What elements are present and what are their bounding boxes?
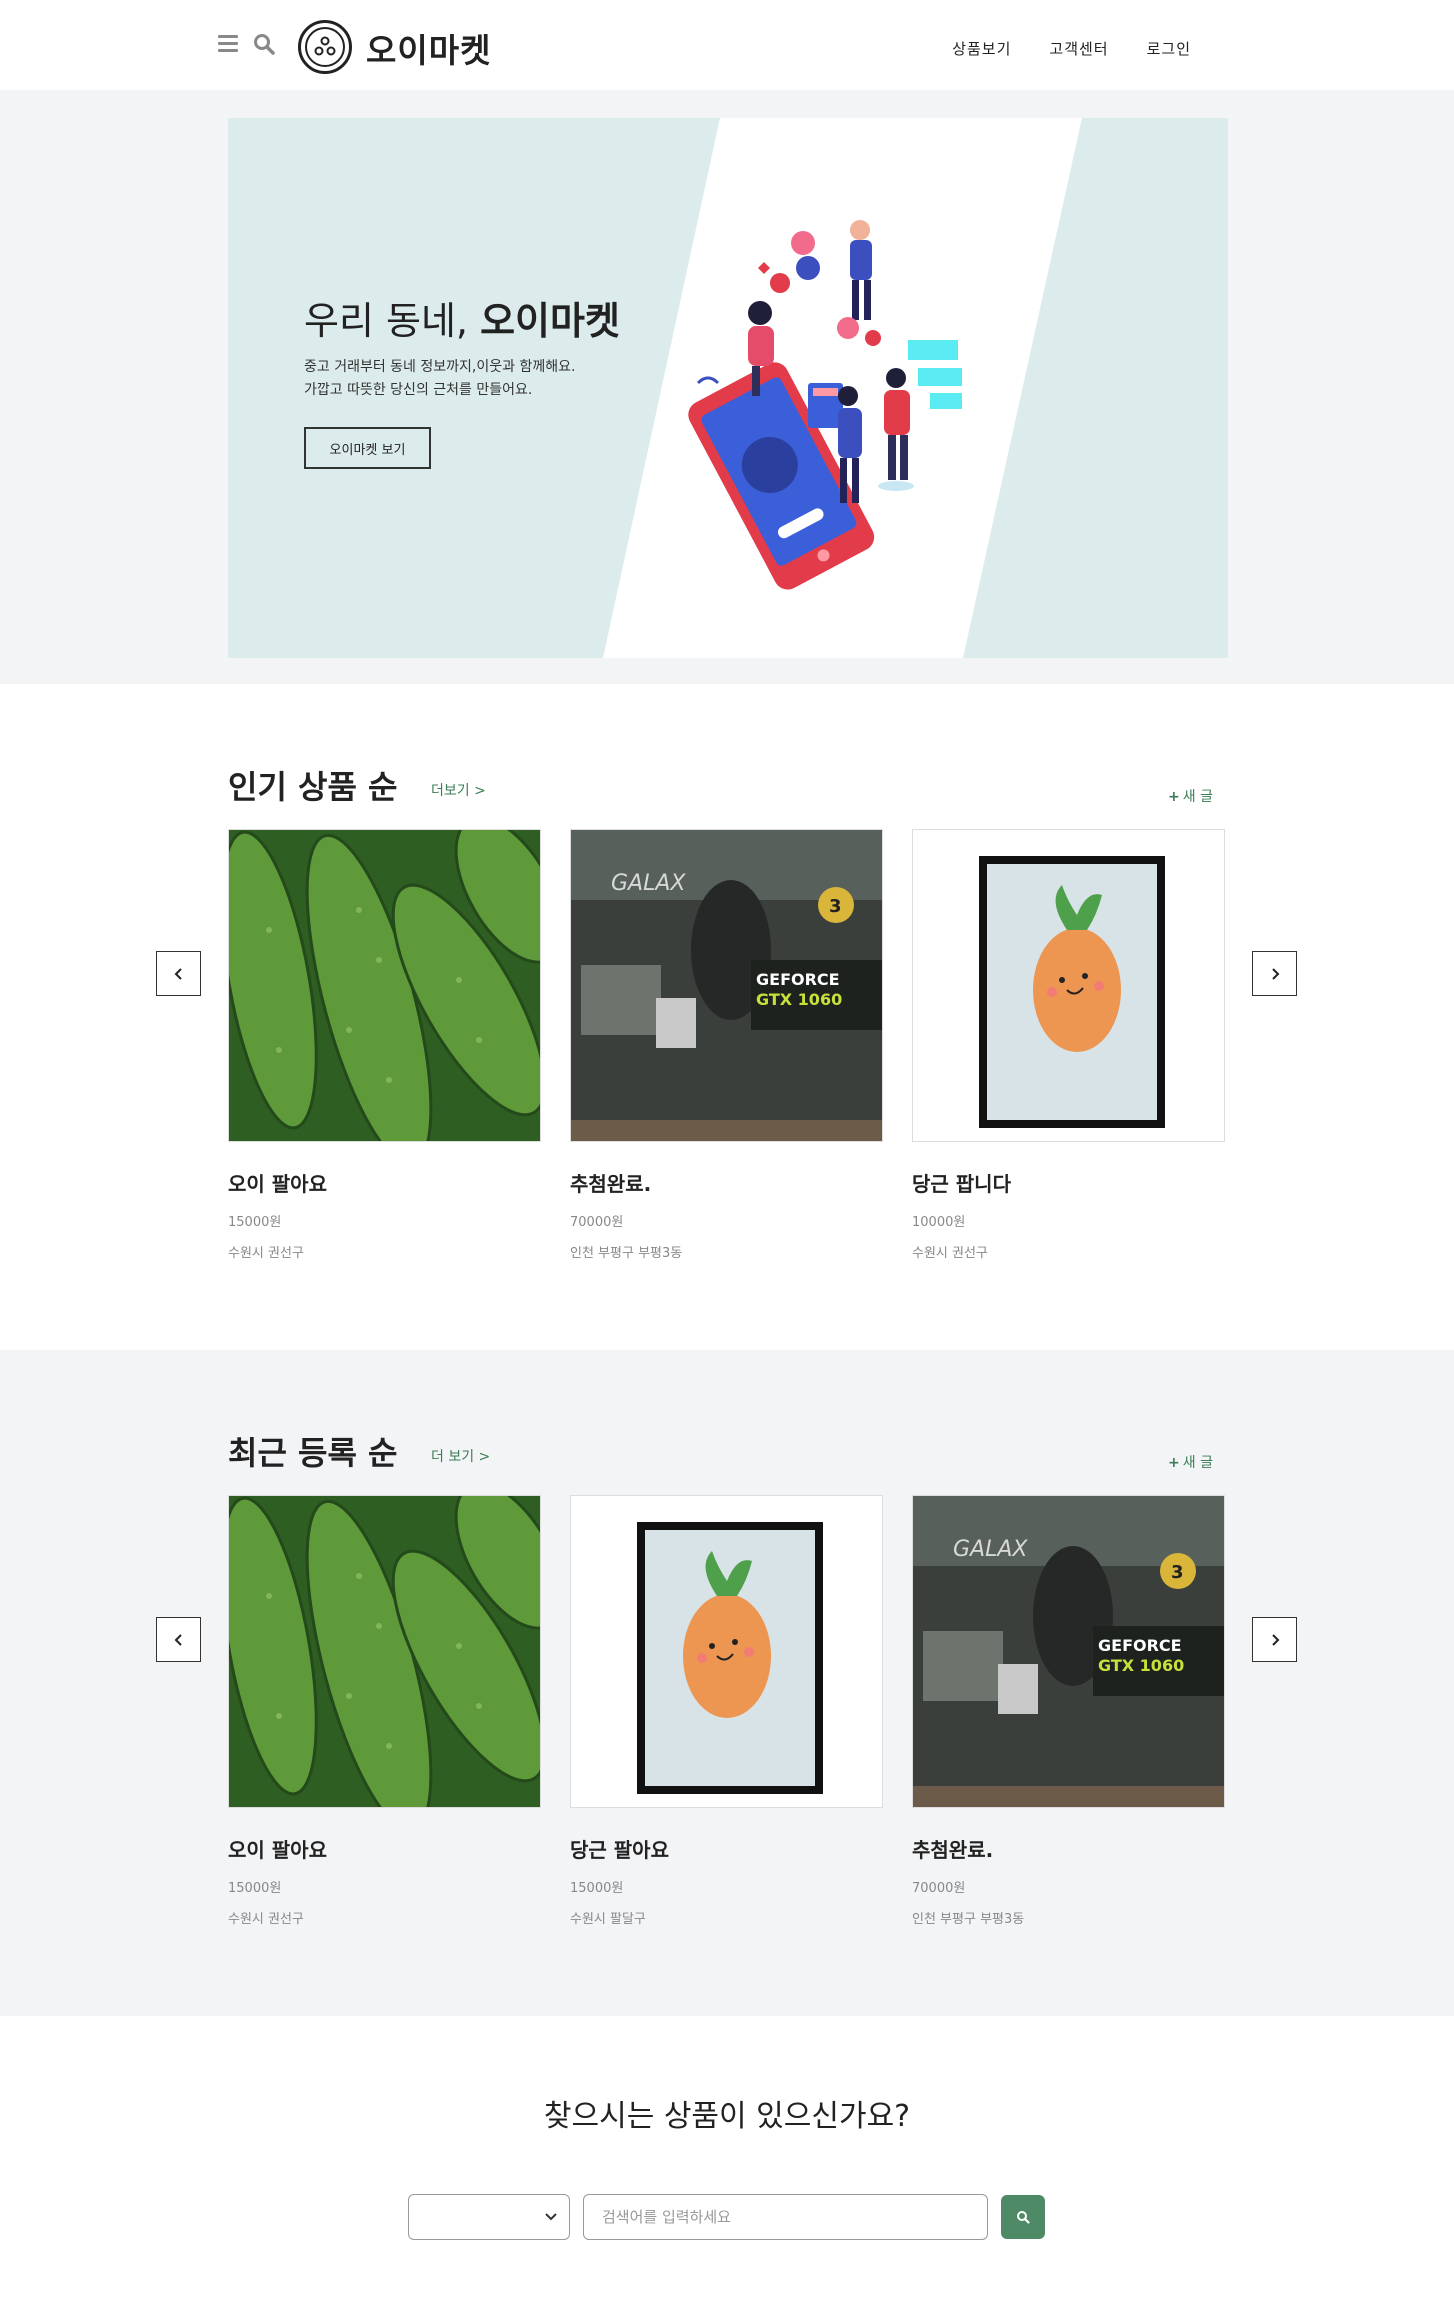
chevron-down-icon (545, 2213, 557, 2221)
product-location: 인천 부평구 부평3동 (570, 1246, 683, 1261)
hero-desc-line2: 가깝고 따뜻한 당신의 근처를 만들어요. (304, 382, 533, 398)
product-image-cucumber[interactable] (228, 1495, 541, 1808)
social-media-illustration (688, 220, 962, 590)
hero-title: 우리 동네, 오이마켓 (304, 299, 620, 343)
category-select[interactable] (408, 2194, 570, 2240)
chevron-right-icon (1271, 967, 1279, 980)
product-price: 70000원 (570, 1215, 624, 1230)
recent-section: 최근 등록 순 더 보기 > + 새 글 오이 팔아요 15000원 수원시 권… (0, 1350, 1454, 2016)
product-location: 인천 부평구 부평3동 (912, 1912, 1025, 1927)
product-image-gpu-box[interactable]: GALAX GEFORCE GTX 1060 3 (570, 829, 883, 1142)
hero-desc-line1: 중고 거래부터 동네 정보까지,이웃과 함께해요. (304, 359, 576, 375)
new-post-label: 새 글 (1182, 789, 1213, 805)
new-post-button[interactable]: + 새 글 (1168, 786, 1213, 806)
product-title[interactable]: 오이 팔아요 (228, 1168, 541, 1197)
chevron-right-icon (1271, 1633, 1279, 1646)
svg-text:GTX 1060: GTX 1060 (1098, 1656, 1184, 1675)
product-title[interactable]: 당근 팔아요 (570, 1834, 883, 1863)
nav-support[interactable]: 고객센터 (1049, 38, 1108, 59)
search-submit-button[interactable] (1001, 2195, 1045, 2239)
site-header: 오이마켓 상품보기 고객센터 로그인 (0, 0, 1437, 90)
search-input[interactable] (583, 2194, 988, 2240)
product-card[interactable]: 오이 팔아요 15000원 수원시 권선구 (228, 1495, 541, 1927)
product-title[interactable]: 추첨완료. (570, 1168, 883, 1197)
search-icon[interactable] (252, 32, 276, 56)
product-image-carrot-poster[interactable] (912, 829, 1225, 1142)
product-title[interactable]: 추첨완료. (912, 1834, 1225, 1863)
product-price: 70000원 (912, 1881, 966, 1896)
menu-icon[interactable] (218, 35, 238, 53)
view-market-button[interactable]: 오이마켓 보기 (304, 427, 431, 469)
carousel-next-button[interactable] (1252, 951, 1297, 996)
carousel-next-button[interactable] (1252, 1617, 1297, 1662)
top-nav: 상품보기 고객센터 로그인 (952, 38, 1191, 59)
new-post-label: 새 글 (1182, 1455, 1213, 1471)
svg-text:3: 3 (829, 896, 842, 917)
product-price: 15000원 (228, 1881, 282, 1896)
product-title[interactable]: 당근 팝니다 (912, 1168, 1225, 1197)
hero-description: 중고 거래부터 동네 정보까지,이웃과 함께해요. 가깝고 따뜻한 당신의 근처… (304, 356, 575, 402)
popular-section: 인기 상품 순 더보기 > + 새 글 오이 팔아요 15000원 수원시 권선… (0, 684, 1454, 1350)
more-link[interactable]: 더보기 > (431, 780, 486, 800)
product-location: 수원시 권선구 (228, 1912, 304, 1927)
product-location: 수원시 권선구 (912, 1246, 988, 1261)
nav-products[interactable]: 상품보기 (952, 38, 1011, 59)
product-card[interactable]: 오이 팔아요 15000원 수원시 권선구 (228, 829, 541, 1261)
svg-text:GEFORCE: GEFORCE (1098, 1636, 1182, 1655)
section-title: 인기 상품 순 (228, 768, 398, 806)
nav-login[interactable]: 로그인 (1147, 38, 1191, 59)
product-price: 15000원 (228, 1215, 282, 1230)
search-icon (1017, 2211, 1030, 2224)
product-price: 15000원 (570, 1881, 624, 1896)
product-title[interactable]: 오이 팔아요 (228, 1834, 541, 1863)
svg-text:3: 3 (1171, 1562, 1184, 1583)
carousel-prev-button[interactable] (156, 951, 201, 996)
logo-icon[interactable] (298, 20, 352, 74)
product-location: 수원시 팔달구 (570, 1912, 646, 1927)
search-heading: 찾으시는 상품이 있으신가요? (543, 2099, 911, 2134)
product-price: 10000원 (912, 1215, 966, 1230)
chevron-left-icon (174, 1633, 182, 1646)
product-location: 수원시 권선구 (228, 1246, 304, 1261)
svg-text:GTX 1060: GTX 1060 (756, 990, 842, 1009)
product-card[interactable]: 당근 팔아요 15000원 수원시 팔달구 (570, 1495, 883, 1927)
hero-banner: 우리 동네, 오이마켓 중고 거래부터 동네 정보까지,이웃과 함께해요. 가깝… (228, 118, 1228, 658)
product-image-cucumber[interactable] (228, 829, 541, 1142)
svg-text:GALAX: GALAX (953, 1537, 1028, 1562)
section-title: 최근 등록 순 (228, 1434, 398, 1472)
product-image-carrot-poster[interactable] (570, 1495, 883, 1808)
svg-text:GEFORCE: GEFORCE (756, 970, 840, 989)
new-post-button[interactable]: + 새 글 (1168, 1452, 1213, 1472)
more-link[interactable]: 더 보기 > (431, 1446, 490, 1466)
product-card[interactable]: 당근 팝니다 10000원 수원시 권선구 (912, 829, 1225, 1261)
brand-name[interactable]: 오이마켓 (366, 24, 491, 72)
carousel-prev-button[interactable] (156, 1617, 201, 1662)
product-card[interactable]: GALAX GEFORCE GTX 1060 3 추첨완료. 70000원 인천… (912, 1495, 1225, 1927)
chevron-left-icon (174, 967, 182, 980)
svg-text:GALAX: GALAX (611, 871, 686, 896)
product-image-gpu-box[interactable]: GALAX GEFORCE GTX 1060 3 (912, 1495, 1225, 1808)
plus-icon: + (1168, 789, 1180, 805)
plus-icon: + (1168, 1455, 1180, 1471)
product-card[interactable]: GALAX GEFORCE GTX 1060 3 추첨완료. 70000원 인천… (570, 829, 883, 1261)
